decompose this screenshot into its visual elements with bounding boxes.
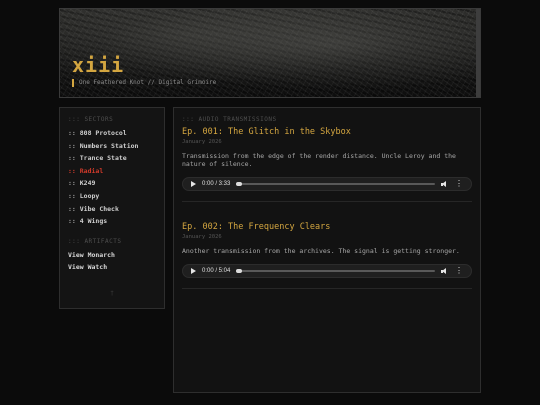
episode-title[interactable]: Ep. 001: The Glitch in the Skybox <box>182 127 472 137</box>
time-display: 0:00 / 5:04 <box>202 268 231 274</box>
episode-card: Ep. 001: The Glitch in the Skybox Januar… <box>182 127 472 202</box>
sidebar-item-label: Trance State <box>79 154 127 163</box>
audio-player: 0:00 / 3:33 ⋮ <box>182 177 472 191</box>
sidebar-item-label: Vibe Check <box>79 204 119 213</box>
header-edge <box>476 9 480 97</box>
sidebar-item-label: 4 Wings <box>79 217 108 226</box>
sidebar-item-label: Loopy <box>79 191 100 200</box>
time-display: 0:00 / 3:33 <box>202 181 231 187</box>
episode-title[interactable]: Ep. 002: The Frequency Clears <box>182 222 472 232</box>
sidebar-item-trance-state[interactable]: :: Trance State <box>68 152 156 165</box>
play-icon[interactable] <box>191 268 196 274</box>
site-tagline: One Feathered Knot // Digital Grimoire <box>72 79 216 87</box>
site-header: xiii One Feathered Knot // Digital Grimo… <box>59 8 481 98</box>
view-watch-link[interactable]: View Watch <box>68 261 156 274</box>
episode-description: Another transmission from the archives. … <box>182 247 460 255</box>
episode-date: January 2026 <box>182 234 222 240</box>
episode-date: January 2026 <box>182 139 222 145</box>
sidebar-item-loopy[interactable]: :: Loopy <box>68 190 156 203</box>
sidebar-item-numbers-station[interactable]: :: Numbers Station <box>68 140 156 153</box>
view-monarch-link[interactable]: View Monarch <box>68 249 156 262</box>
sidebar-item-label: K249 <box>79 179 96 188</box>
seek-bar[interactable] <box>236 182 435 186</box>
sidebar-item-label: Numbers Station <box>79 141 139 150</box>
episode-description: Transmission from the edge of the render… <box>182 152 456 168</box>
volume-icon[interactable] <box>441 180 449 188</box>
sidebar-item-label: Radial <box>79 166 104 175</box>
seek-knob[interactable] <box>236 269 243 273</box>
audio-player: 0:00 / 5:04 ⋮ <box>182 264 472 278</box>
site-title[interactable]: xiii <box>72 53 124 77</box>
seek-knob[interactable] <box>236 182 243 186</box>
sidebar-item-label: 808 Protocol <box>79 129 127 137</box>
episode-card: Ep. 002: The Frequency Clears January 20… <box>182 222 472 289</box>
sidebar: ::: SECTORS :: 808 Protocol :: Numbers S… <box>59 107 165 309</box>
play-icon[interactable] <box>191 181 196 187</box>
main-content: ::: AUDIO TRANSMISSIONS Ep. 001: The Gli… <box>173 107 481 393</box>
dagger-glyph: † <box>110 289 114 297</box>
sidebar-item-808-protocol[interactable]: :: 808 Protocol <box>68 127 156 140</box>
more-options-icon[interactable]: ⋮ <box>455 180 463 188</box>
artifacts-heading: ::: ARTIFACTS <box>68 237 122 245</box>
sidebar-item-4-wings[interactable]: :: 4 Wings <box>68 215 156 228</box>
volume-icon[interactable] <box>441 267 449 275</box>
seek-bar[interactable] <box>236 269 435 273</box>
sidebar-item-vibe-check[interactable]: :: Vibe Check <box>68 203 156 216</box>
sectors-heading: ::: SECTORS <box>68 116 114 123</box>
sidebar-item-radial[interactable]: :: Radial <box>68 165 156 178</box>
more-options-icon[interactable]: ⋮ <box>455 267 463 275</box>
transmissions-heading: ::: AUDIO TRANSMISSIONS <box>182 116 277 123</box>
sectors-list: :: 808 Protocol :: Numbers Station :: Tr… <box>68 127 156 228</box>
sidebar-item-k249[interactable]: :: K249 <box>68 177 156 190</box>
